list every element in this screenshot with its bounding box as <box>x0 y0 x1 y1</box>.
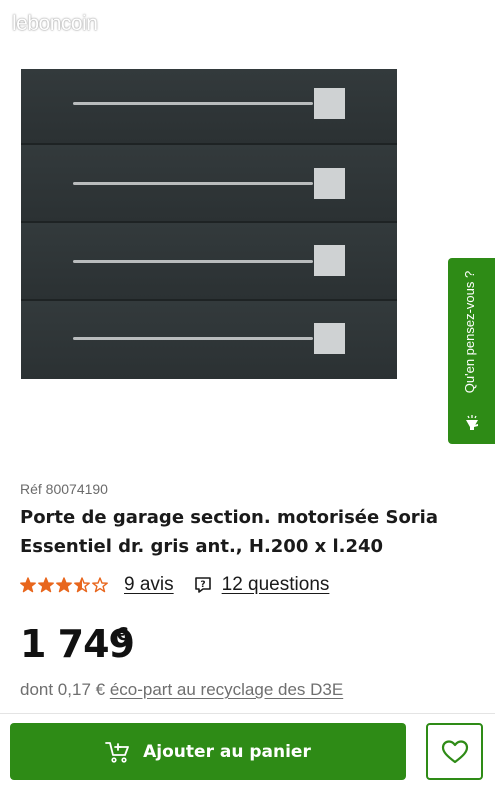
product-image[interactable] <box>21 69 397 379</box>
product-title: Porte de garage section. motorisée Soria… <box>20 507 438 557</box>
star-half-icon <box>74 577 90 593</box>
cart-plus-icon <box>105 741 130 763</box>
price-currency: € <box>116 624 129 645</box>
door-panel <box>21 145 397 223</box>
svg-text:?: ? <box>200 580 205 590</box>
megaphone-icon <box>466 415 478 430</box>
star-rating <box>20 577 108 593</box>
door-panel <box>21 301 397 379</box>
star-full-icon <box>38 577 54 593</box>
feedback-tab[interactable]: Qu'en pensez-vous ? <box>448 258 495 444</box>
add-to-cart-button[interactable]: Ajouter au panier <box>10 723 406 780</box>
star-full-icon <box>20 577 36 593</box>
watermark-logo: leboncoin <box>12 12 98 35</box>
add-to-cart-label: Ajouter au panier <box>143 741 311 762</box>
ecopart-note: dont 0,17 € éco-part au recyclage des D3… <box>20 680 343 700</box>
question-bubble-icon: ? <box>194 577 211 593</box>
door-panel <box>21 223 397 301</box>
ecopart-prefix: dont 0,17 € <box>20 680 110 699</box>
product-reference: Réf 80074190 <box>20 481 108 497</box>
questions-link[interactable]: 12 questions <box>222 574 330 596</box>
heart-icon <box>441 739 468 763</box>
ecopart-link[interactable]: éco-part au recyclage des D3E <box>110 680 343 699</box>
star-full-icon <box>56 577 72 593</box>
door-panel <box>21 69 397 145</box>
star-empty-icon <box>92 577 108 593</box>
favorite-button[interactable] <box>426 723 483 780</box>
reviews-link[interactable]: 9 avis <box>124 574 174 596</box>
feedback-label: Qu'en pensez-vous ? <box>462 270 477 394</box>
divider <box>0 713 495 714</box>
rating-row: 9 avis ? 12 questions <box>20 571 329 599</box>
